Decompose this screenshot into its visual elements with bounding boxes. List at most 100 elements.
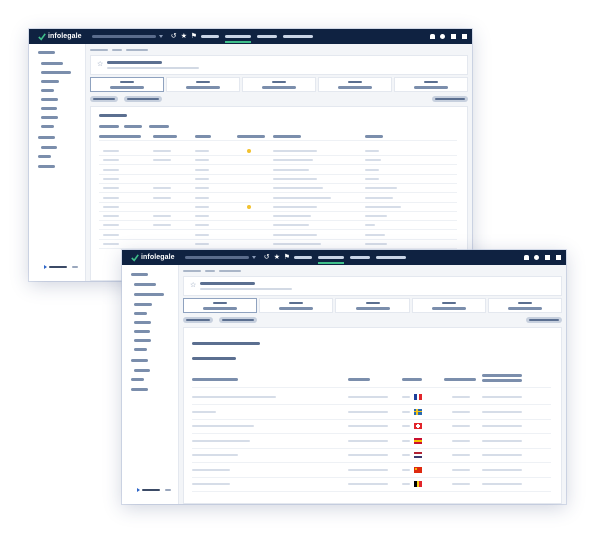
column-header[interactable] — [237, 135, 265, 138]
sidebar-item[interactable] — [134, 321, 151, 324]
nav-item-4[interactable] — [375, 256, 406, 259]
table-row[interactable] — [184, 436, 561, 446]
summary-tile[interactable] — [394, 77, 468, 92]
column-header[interactable] — [482, 379, 522, 382]
star-icon[interactable]: ★ — [274, 254, 280, 261]
column-header[interactable] — [444, 378, 476, 381]
sidebar-item[interactable] — [41, 116, 58, 119]
sidebar-item[interactable] — [41, 80, 59, 83]
tab[interactable] — [99, 125, 119, 128]
table-row[interactable] — [91, 147, 467, 155]
grid-icon[interactable] — [545, 255, 550, 260]
column-header[interactable] — [153, 135, 177, 138]
breadcrumb[interactable] — [90, 49, 108, 51]
summary-tile[interactable] — [318, 77, 392, 92]
tab[interactable] — [149, 125, 169, 128]
sidebar-item[interactable] — [134, 369, 150, 372]
sidebar-item[interactable] — [131, 378, 144, 381]
table-row[interactable] — [91, 212, 467, 220]
table-row[interactable] — [184, 392, 561, 402]
breadcrumb[interactable] — [219, 270, 241, 272]
sidebar-item[interactable] — [131, 359, 148, 362]
sidebar-item[interactable] — [41, 107, 57, 110]
filter-chip[interactable] — [183, 317, 213, 323]
breadcrumb[interactable] — [126, 49, 148, 51]
column-header[interactable] — [482, 374, 522, 377]
summary-tile[interactable] — [259, 298, 334, 313]
table-row[interactable] — [184, 407, 561, 417]
column-header[interactable] — [195, 135, 211, 138]
breadcrumb[interactable] — [112, 49, 122, 51]
sidebar-item[interactable] — [134, 330, 150, 333]
nav-item-3[interactable] — [256, 35, 277, 38]
column-header[interactable] — [365, 135, 383, 138]
sidebar-item[interactable] — [38, 155, 51, 158]
summary-tile[interactable] — [335, 298, 410, 313]
sidebar-item[interactable] — [131, 388, 148, 391]
flag-icon[interactable]: ⚑ — [284, 254, 290, 261]
sidebar-item[interactable] — [134, 283, 156, 286]
sidebar-item[interactable] — [134, 303, 152, 306]
sidebar-item[interactable] — [134, 312, 147, 315]
column-header[interactable] — [99, 135, 141, 138]
table-row[interactable] — [184, 421, 561, 431]
user-icon[interactable] — [462, 34, 467, 39]
summary-tile-selected[interactable] — [183, 298, 258, 313]
breadcrumb[interactable] — [183, 270, 201, 272]
avatar[interactable] — [534, 255, 539, 260]
avatar[interactable] — [440, 34, 445, 39]
nav-item-3[interactable] — [349, 256, 370, 259]
table-row[interactable] — [91, 166, 467, 174]
nav-item-2-active[interactable] — [224, 35, 251, 43]
chevron-down-icon[interactable] — [251, 256, 256, 259]
summary-tile[interactable] — [242, 77, 316, 92]
table-row[interactable] — [184, 479, 561, 489]
sidebar-item[interactable] — [41, 89, 54, 92]
column-header[interactable] — [192, 378, 238, 381]
collapse-sidebar-control[interactable] — [137, 488, 171, 492]
summary-tile-selected[interactable] — [90, 77, 164, 92]
column-header[interactable] — [348, 378, 370, 381]
sidebar-item[interactable] — [38, 136, 55, 139]
table-row[interactable] — [184, 465, 561, 475]
company-context-selector[interactable] — [91, 35, 156, 38]
column-header[interactable] — [273, 135, 301, 138]
sidebar-item[interactable] — [134, 348, 147, 351]
summary-tile[interactable] — [166, 77, 240, 92]
filter-chip[interactable] — [219, 317, 257, 323]
brand-logo[interactable]: infolegale — [38, 32, 82, 41]
sidebar-item[interactable] — [134, 339, 151, 342]
summary-tile[interactable] — [487, 298, 563, 313]
filter-chip[interactable] — [90, 96, 118, 102]
nav-item-4[interactable] — [282, 35, 313, 38]
company-context-selector[interactable] — [184, 256, 249, 259]
action-chip[interactable] — [432, 96, 468, 102]
table-row[interactable] — [91, 175, 467, 183]
star-icon[interactable]: ☆ — [190, 282, 196, 289]
table-row[interactable] — [184, 450, 561, 460]
table-row[interactable] — [91, 231, 467, 239]
sidebar-item[interactable] — [41, 62, 63, 65]
nav-item-2-active[interactable] — [317, 256, 344, 264]
star-icon[interactable]: ★ — [181, 33, 187, 40]
table-row[interactable] — [91, 184, 467, 192]
table-row[interactable] — [91, 203, 467, 211]
summary-tile[interactable] — [411, 298, 486, 313]
history-icon[interactable]: ↺ — [171, 33, 177, 40]
user-icon[interactable] — [556, 255, 561, 260]
brand-logo[interactable]: infolegale — [131, 253, 175, 262]
tab[interactable] — [124, 125, 142, 128]
action-chip[interactable] — [526, 317, 562, 323]
star-icon[interactable]: ☆ — [97, 61, 103, 68]
history-icon[interactable]: ↺ — [264, 254, 270, 261]
grid-icon[interactable] — [451, 34, 456, 39]
table-row[interactable] — [91, 240, 467, 248]
nav-item-1[interactable] — [293, 256, 312, 259]
collapse-sidebar-control[interactable] — [44, 265, 78, 269]
filter-chip[interactable] — [124, 96, 162, 102]
sidebar-item[interactable] — [38, 165, 55, 168]
table-row[interactable] — [91, 156, 467, 164]
bell-icon[interactable] — [430, 34, 435, 39]
table-row[interactable] — [91, 221, 467, 229]
sidebar-item[interactable] — [38, 51, 55, 54]
